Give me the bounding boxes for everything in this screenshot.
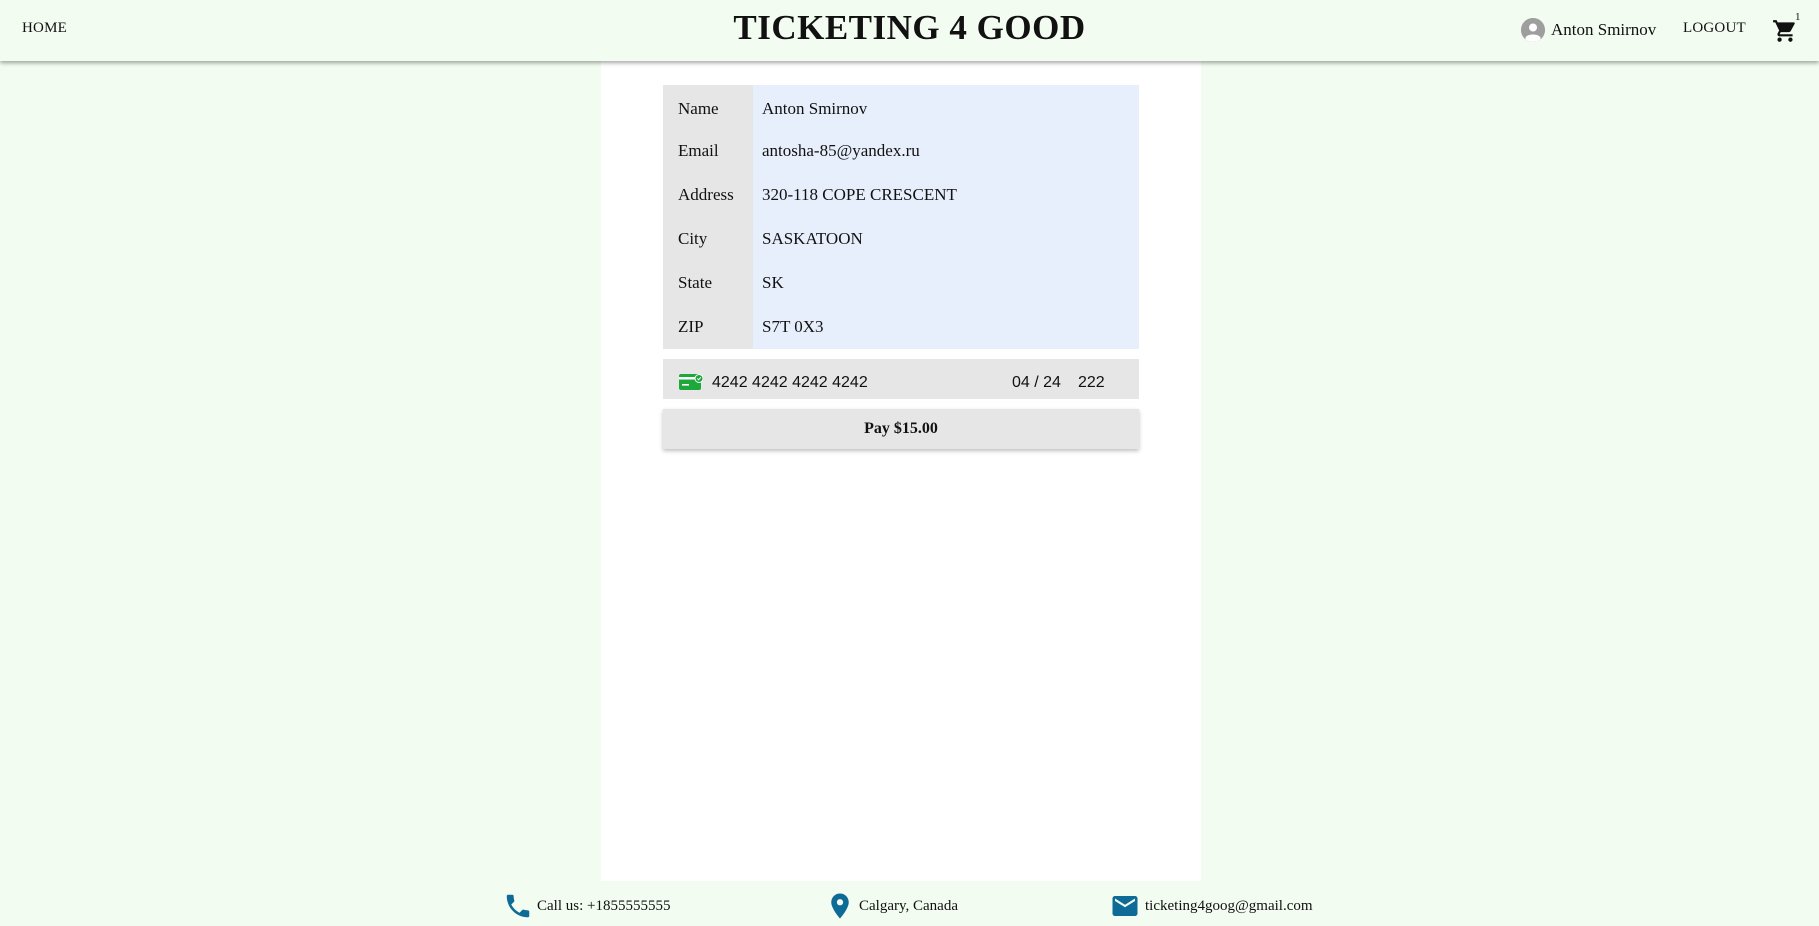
- billing-label: City: [663, 217, 753, 261]
- card-input-box[interactable]: [663, 359, 1139, 399]
- billing-label: Address: [663, 173, 753, 217]
- billing-label: ZIP: [663, 305, 753, 349]
- billing-label: Name: [663, 85, 753, 129]
- billing-row-name: Name Anton Smirnov: [663, 85, 1139, 129]
- card-expiry-input[interactable]: [1012, 374, 1072, 392]
- billing-label: Email: [663, 129, 753, 173]
- billing-details-table: Name Anton Smirnov Email antosha-85@yandex.…: [663, 85, 1139, 349]
- billing-row-email: Email antosha-85@yandex.ru: [663, 129, 1139, 173]
- billing-value: Anton Smirnov: [753, 85, 1139, 129]
- footer-phone-text: Call us: +1855555555: [537, 897, 671, 914]
- credit-card-icon: [679, 374, 704, 390]
- billing-label: State: [663, 261, 753, 305]
- phone-icon: [503, 891, 537, 921]
- footer-phone[interactable]: Call us: +1855555555: [503, 891, 670, 921]
- home-link[interactable]: HOME: [22, 20, 67, 37]
- user-profile[interactable]: Anton Smirnov: [1521, 17, 1656, 43]
- account-circle-icon: [1521, 18, 1545, 42]
- billing-value: S7T 0X3: [753, 305, 1139, 349]
- billing-value: antosha-85@yandex.ru: [753, 129, 1139, 173]
- footer-location: Calgary, Canada: [825, 891, 958, 921]
- footer-email[interactable]: ticketing4goog@gmail.com: [1109, 891, 1313, 921]
- billing-value: 320-118 COPE CRESCENT: [753, 173, 1139, 217]
- billing-row-address: Address 320-118 COPE CRESCENT: [663, 173, 1139, 217]
- billing-value: SASKATOON: [753, 217, 1139, 261]
- user-name: Anton Smirnov: [1551, 20, 1657, 39]
- billing-value: SK: [753, 261, 1139, 305]
- card-cvc-input[interactable]: [1078, 374, 1118, 392]
- billing-row-city: City SASKATOON: [663, 217, 1139, 261]
- logout-link[interactable]: LOGOUT: [1683, 20, 1746, 37]
- cart-count-badge: 1: [1795, 11, 1801, 23]
- location-pin-icon: [825, 891, 859, 921]
- pay-button[interactable]: Pay $15.00: [663, 409, 1139, 449]
- footer: Call us: +1855555555 Calgary, Canada tic…: [0, 881, 1819, 926]
- footer-email-text: ticketing4goog@gmail.com: [1145, 897, 1313, 914]
- billing-row-state: State SK: [663, 261, 1139, 305]
- card-number-input[interactable]: [712, 374, 962, 392]
- top-app-bar: HOME TICKETING 4 GOOD Anton Smirnov LOGO…: [0, 0, 1819, 61]
- footer-location-text: Calgary, Canada: [859, 897, 958, 914]
- mail-icon: [1109, 891, 1145, 921]
- billing-row-zip: ZIP S7T 0X3: [663, 305, 1139, 349]
